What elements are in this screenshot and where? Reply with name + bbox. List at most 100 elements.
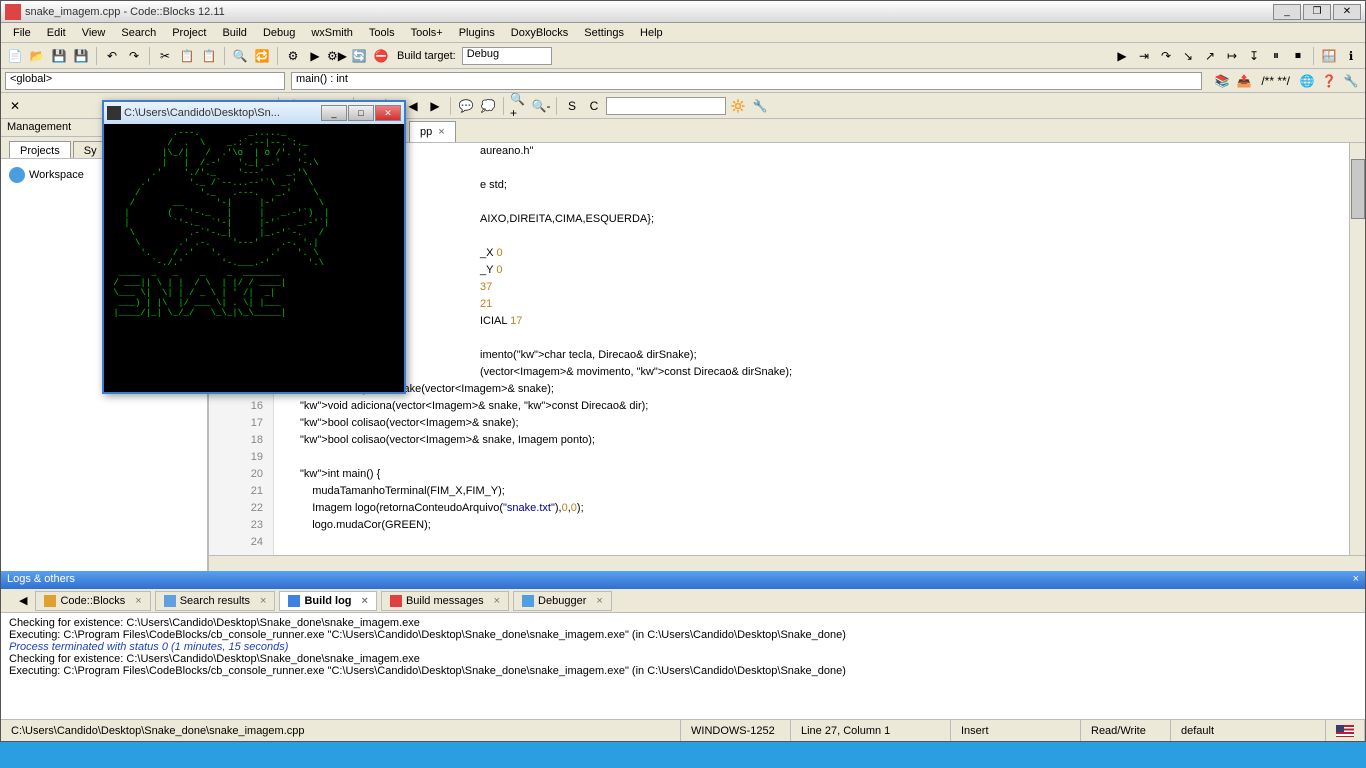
rebuild-icon[interactable]: 🔄	[349, 46, 369, 66]
menu-doxyblocks[interactable]: DoxyBlocks	[503, 25, 576, 41]
step-into-instruction-icon[interactable]: ↧	[1244, 46, 1264, 66]
build-messages-icon	[390, 595, 402, 607]
window-title: snake_imagem.cpp - Code::Blocks 12.11	[25, 6, 1273, 18]
comment-toggle-icon[interactable]: 💬	[456, 96, 476, 116]
menu-help[interactable]: Help	[632, 25, 671, 41]
scroll-thumb[interactable]	[1351, 159, 1365, 219]
line-number: 18	[219, 434, 263, 451]
logs-tabs-prev-icon[interactable]: ◀	[15, 594, 31, 607]
menu-project[interactable]: Project	[164, 25, 214, 41]
doxy-html-icon[interactable]: 🌐	[1297, 71, 1317, 91]
menu-tools-plus[interactable]: Tools+	[403, 25, 451, 41]
menu-debug[interactable]: Debug	[255, 25, 303, 41]
scope-combo[interactable]: <global>	[5, 72, 285, 90]
zoom-in-icon[interactable]: 🔍+	[509, 96, 529, 116]
menu-build[interactable]: Build	[214, 25, 254, 41]
redo-icon[interactable]: ↷	[124, 46, 144, 66]
console-maximize-button[interactable]: □	[348, 105, 374, 121]
step-into-icon[interactable]: ↘	[1178, 46, 1198, 66]
console-titlebar[interactable]: C:\Users\Candido\Desktop\Sn... _ □ ✕	[104, 102, 404, 124]
maximize-button[interactable]: ❐	[1303, 4, 1331, 20]
next-line-icon[interactable]: ↷	[1156, 46, 1176, 66]
menu-file[interactable]: File	[5, 25, 39, 41]
highlight-s[interactable]: S	[562, 96, 582, 116]
doxy-comment-button[interactable]: /** **/	[1256, 71, 1295, 91]
stop-debugger-icon[interactable]: ⏹	[1288, 46, 1308, 66]
menu-settings[interactable]: Settings	[576, 25, 632, 41]
menu-plugins[interactable]: Plugins	[451, 25, 503, 41]
editor-tab-close-icon[interactable]: ×	[438, 126, 444, 138]
horizontal-scrollbar[interactable]	[209, 555, 1365, 571]
debug-continue-icon[interactable]: ▶	[1112, 46, 1132, 66]
step-out-icon[interactable]: ↗	[1200, 46, 1220, 66]
debug-windows-icon[interactable]: 🪟	[1319, 46, 1339, 66]
console-close-button[interactable]: ✕	[375, 105, 401, 121]
doxy-icon[interactable]: 📚	[1212, 71, 1232, 91]
sb-insert-mode: Insert	[951, 720, 1081, 741]
editor-tab-active[interactable]: pp ×	[409, 121, 456, 142]
logs-content[interactable]: Checking for existence: C:\Users\Candido…	[1, 613, 1365, 723]
log-tab-label: Code::Blocks	[60, 595, 125, 607]
menu-wxsmith[interactable]: wxSmith	[303, 25, 361, 41]
code-content[interactable]: aureano.h"e std;AIXO,DIREITA,CIMA,ESQUER…	[274, 143, 1365, 555]
settings-icon[interactable]: 🔧	[750, 96, 770, 116]
save-icon[interactable]: 💾	[49, 46, 69, 66]
cut-icon[interactable]: ✂	[155, 46, 175, 66]
abort-icon[interactable]: ⛔	[371, 46, 391, 66]
close-icon[interactable]: ×	[362, 595, 368, 607]
vertical-scrollbar[interactable]	[1349, 143, 1365, 555]
menu-search[interactable]: Search	[113, 25, 164, 41]
info-icon[interactable]: ℹ	[1341, 46, 1361, 66]
highlight-icon[interactable]: 🔆	[728, 96, 748, 116]
save-all-icon[interactable]: 💾	[71, 46, 91, 66]
next-instruction-icon[interactable]: ↦	[1222, 46, 1242, 66]
logs-close-icon[interactable]: ×	[1353, 573, 1359, 587]
doxy-extract-icon[interactable]: 📤	[1234, 71, 1254, 91]
incremental-search-input[interactable]	[606, 97, 726, 115]
close-icon[interactable]: ×	[135, 595, 141, 607]
log-tab-search[interactable]: Search results×	[155, 591, 276, 611]
open-file-icon[interactable]: 📂	[27, 46, 47, 66]
separator	[277, 47, 278, 65]
close-icon[interactable]: ×	[494, 595, 500, 607]
highlight-c[interactable]: C	[584, 96, 604, 116]
function-combo[interactable]: main() : int	[291, 72, 1202, 90]
log-tab-debugger[interactable]: Debugger×	[513, 591, 612, 611]
close-tab-icon[interactable]: ✕	[5, 96, 25, 116]
log-tab-build-log[interactable]: Build log×	[279, 591, 376, 611]
doxy-chm-icon[interactable]: ❓	[1319, 71, 1339, 91]
run-icon[interactable]: ▶	[305, 46, 325, 66]
close-button[interactable]: ✕	[1333, 4, 1361, 20]
run-to-cursor-icon[interactable]: ⇥	[1134, 46, 1154, 66]
log-tab-codeblocks[interactable]: Code::Blocks ×	[35, 591, 150, 611]
sb-filepath: C:\Users\Candido\Desktop\Snake_done\snak…	[1, 720, 681, 741]
copy-icon[interactable]: 📋	[177, 46, 197, 66]
zoom-out-icon[interactable]: 🔍-	[531, 96, 551, 116]
log-tab-build-messages[interactable]: Build messages×	[381, 591, 509, 611]
sb-language-flag[interactable]	[1326, 720, 1365, 741]
new-file-icon[interactable]: 📄	[5, 46, 25, 66]
build-run-icon[interactable]: ⚙▶	[327, 46, 347, 66]
close-icon[interactable]: ×	[260, 595, 266, 607]
prev-bookmark-icon[interactable]: ◀	[403, 96, 423, 116]
line-number: 22	[219, 502, 263, 519]
find-icon[interactable]: 🔍	[230, 46, 250, 66]
replace-icon[interactable]: 🔁	[252, 46, 272, 66]
menu-edit[interactable]: Edit	[39, 25, 74, 41]
menu-view[interactable]: View	[74, 25, 114, 41]
minimize-button[interactable]: _	[1273, 4, 1301, 20]
console-window[interactable]: C:\Users\Candido\Desktop\Sn... _ □ ✕ .--…	[102, 100, 406, 394]
uncomment-icon[interactable]: 💭	[478, 96, 498, 116]
doxy-config-icon[interactable]: 🔧	[1341, 71, 1361, 91]
build-icon[interactable]: ⚙	[283, 46, 303, 66]
undo-icon[interactable]: ↶	[102, 46, 122, 66]
build-target-label: Build target:	[393, 50, 460, 62]
break-icon[interactable]: ⏸	[1266, 46, 1286, 66]
next-bookmark-icon[interactable]: ▶	[425, 96, 445, 116]
tab-projects[interactable]: Projects	[9, 141, 71, 158]
menu-tools[interactable]: Tools	[361, 25, 403, 41]
close-icon[interactable]: ×	[596, 595, 602, 607]
console-minimize-button[interactable]: _	[321, 105, 347, 121]
build-target-combo[interactable]: Debug	[462, 47, 552, 65]
paste-icon[interactable]: 📋	[199, 46, 219, 66]
